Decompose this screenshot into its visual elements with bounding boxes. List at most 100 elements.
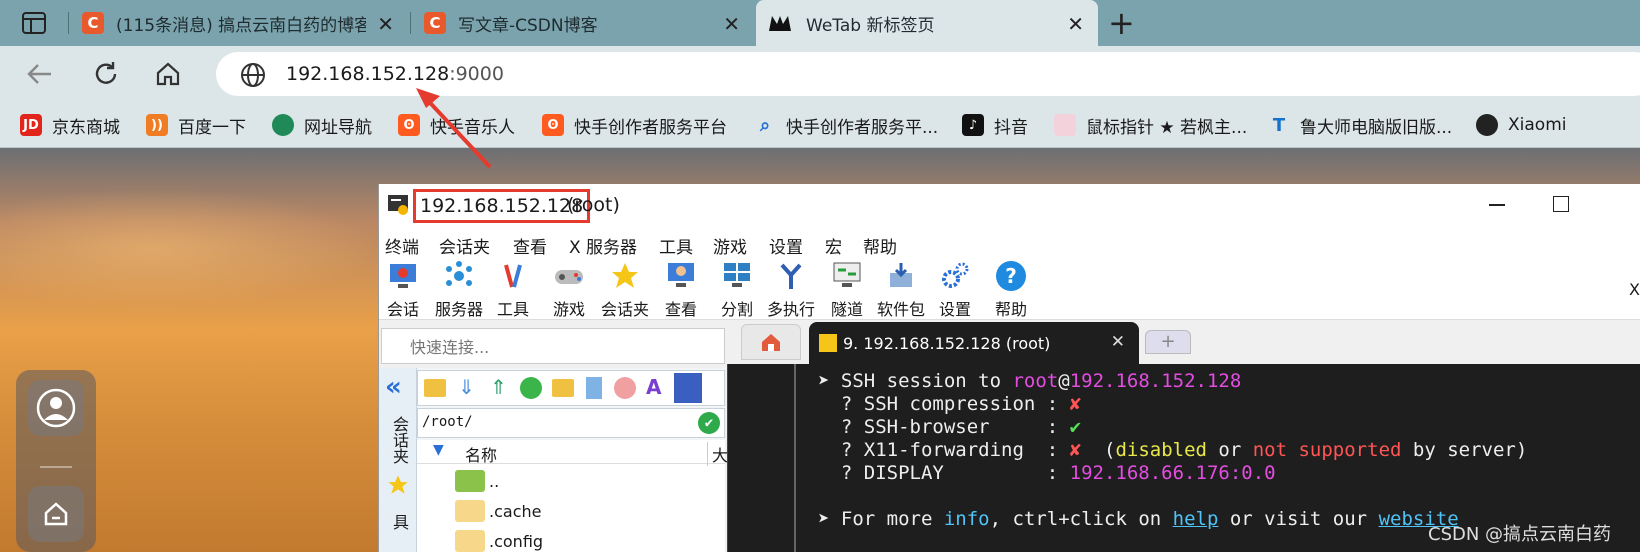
tab-csdn-write[interactable]: C 写文章-CSDN博客 ✕: [412, 0, 754, 46]
toolbar-servers-button[interactable]: 服务器: [433, 260, 485, 320]
x-server-label[interactable]: X: [1629, 280, 1640, 299]
menu-terminal[interactable]: 终端: [385, 233, 419, 258]
bookmark-baidu[interactable]: )) 百度一下: [146, 112, 246, 138]
toolbar-session-button[interactable]: 会话: [377, 260, 429, 320]
bookmark-kuaishou-creator[interactable]: ʘ 快手创作者服务平台: [542, 112, 727, 138]
bookmark-ludashi[interactable]: T 鲁大师电脑版旧版...: [1268, 112, 1452, 138]
view-icon: [664, 260, 698, 292]
sort-icon[interactable]: ▼: [433, 442, 444, 458]
new-file-icon[interactable]: [586, 377, 602, 399]
tab-wetab[interactable]: WeTab 新标签页 ✕: [756, 0, 1098, 46]
parent-folder-icon[interactable]: [424, 379, 446, 397]
watermark: CSDN @搞点云南白药: [1428, 524, 1612, 545]
close-tab-icon[interactable]: ✕: [1111, 332, 1125, 352]
mobaxterm-window: 192.168.152.128 (root) 终端 会话夹 查看 X 服务器 工…: [378, 184, 1640, 552]
gamepad-icon: [552, 260, 586, 292]
toolbar-multiexec-button[interactable]: 多执行: [765, 260, 817, 320]
url-input[interactable]: 192.168.152.128:9000: [216, 52, 1640, 96]
delete-icon[interactable]: [614, 377, 636, 399]
menu-xserver[interactable]: X 服务器: [569, 233, 637, 258]
home-tab[interactable]: [741, 324, 801, 360]
toolbar-tools-button[interactable]: 工具: [487, 260, 539, 320]
nav-icon: [272, 114, 294, 136]
tiktok-icon: ♪: [962, 114, 984, 136]
bookmark-nav[interactable]: 网址导航: [272, 112, 372, 138]
home-icon[interactable]: [28, 486, 84, 542]
toolbar-sessions-button[interactable]: 会话夹: [599, 260, 651, 320]
side-tab-tools[interactable]: 具: [387, 514, 411, 530]
bookmark-douyin[interactable]: ♪ 抖音: [962, 112, 1028, 138]
path-input[interactable]: /root/ ✔: [417, 408, 725, 438]
column-name[interactable]: 名称: [465, 442, 497, 466]
properties-icon[interactable]: [674, 373, 702, 403]
toolbar-tunnel-button[interactable]: 隧道: [821, 260, 873, 320]
toolbar-help-button[interactable]: ? 帮助: [985, 260, 1037, 320]
new-tab-button[interactable]: +: [1108, 4, 1135, 42]
collapse-icon[interactable]: «: [385, 372, 402, 402]
menu-view[interactable]: 查看: [513, 233, 547, 258]
close-tab-icon[interactable]: ✕: [723, 12, 740, 36]
new-folder-icon[interactable]: [552, 379, 574, 397]
menu-games[interactable]: 游戏: [713, 233, 747, 258]
file-list-header: ▼ 名称 大: [417, 440, 728, 466]
terminal-line: ➤ SSH session to root@192.168.152.128: [818, 370, 1242, 392]
menu-sessions[interactable]: 会话夹: [439, 233, 490, 258]
new-session-tab[interactable]: +: [1145, 330, 1191, 354]
bookmarks-bar: JD 京东商城 )) 百度一下 网址导航 ʘ 快手音乐人 ʘ 快手创作者服务平台 ⌕ 快手…: [0, 102, 1640, 148]
toolbar-label: 帮助: [994, 300, 1027, 319]
url-host: 192.168.152.128: [286, 63, 450, 85]
upload-icon[interactable]: ⇑: [490, 375, 507, 399]
file-name: .cache: [489, 501, 542, 521]
ssh-session-tab[interactable]: 9. 192.168.152.128 (root) ✕: [809, 322, 1139, 364]
help-link[interactable]: help: [1173, 508, 1219, 530]
file-toolbar: ⇓ ⇑ A: [417, 370, 725, 406]
sidebar-toggle-icon[interactable]: [22, 12, 46, 34]
star-icon: [608, 260, 642, 292]
refresh-icon[interactable]: [520, 377, 542, 399]
toolbar-label: 会话夹: [600, 300, 649, 319]
toolbar-label: 分割: [720, 300, 753, 319]
toolbar-label: 会话: [386, 300, 419, 319]
bookmark-cursor[interactable]: 鼠标指针 ★ 若枫主...: [1054, 112, 1247, 138]
side-tab-sessions[interactable]: 会话夹: [387, 416, 411, 464]
maximize-button[interactable]: [1553, 196, 1569, 212]
bookmark-kuaishou-music[interactable]: ʘ 快手音乐人: [398, 112, 515, 138]
menu-help[interactable]: 帮助: [863, 233, 897, 258]
bookmark-jd[interactable]: JD 京东商城: [20, 112, 120, 138]
download-icon[interactable]: ⇓: [458, 375, 475, 399]
menu-settings[interactable]: 设置: [769, 233, 803, 258]
close-tab-icon[interactable]: ✕: [1067, 12, 1084, 36]
close-tab-icon[interactable]: ✕: [377, 12, 394, 36]
toolbar-packages-button[interactable]: 软件包: [875, 260, 927, 320]
terminal-line: ? SSH compression : ✘: [818, 393, 1082, 415]
home-icon[interactable]: [152, 58, 184, 90]
toolbar-label: 设置: [938, 300, 971, 319]
bookmark-label: 快手音乐人: [430, 117, 515, 138]
menu-macro[interactable]: 宏: [825, 233, 842, 258]
side-tabs: « 会话夹 具: [379, 368, 417, 552]
toolbar-view-button[interactable]: 查看: [655, 260, 707, 320]
rename-icon[interactable]: A: [646, 375, 661, 399]
quick-connect-input[interactable]: 快速连接...: [381, 328, 725, 364]
svg-text:?: ?: [1005, 264, 1017, 288]
toolbar-games-button[interactable]: 游戏: [543, 260, 595, 320]
list-item[interactable]: ..: [455, 468, 499, 494]
side-dock: [16, 370, 96, 552]
list-item[interactable]: .cache: [455, 498, 541, 524]
back-icon[interactable]: [24, 58, 56, 90]
list-item[interactable]: .config: [455, 528, 543, 552]
bookmark-xiaomi[interactable]: Xiaomi: [1476, 112, 1566, 138]
avatar[interactable]: [28, 380, 84, 436]
minimize-button[interactable]: [1489, 204, 1505, 206]
follow-path-icon[interactable]: ✔: [698, 412, 720, 434]
toolbar-split-button[interactable]: 分割: [711, 260, 763, 320]
reload-icon[interactable]: [90, 58, 122, 90]
tab-csdn-blog[interactable]: C (115条消息) 搞点云南白药的博客 ✕: [70, 0, 408, 46]
bookmark-label: 鲁大师电脑版旧版...: [1300, 117, 1453, 138]
menu-tools[interactable]: 工具: [659, 233, 693, 258]
bookmark-label: 鼠标指针 ★ 若枫主...: [1086, 117, 1248, 138]
column-size[interactable]: 大: [707, 442, 728, 466]
bookmark-label: 快手创作者服务平...: [786, 117, 939, 138]
bookmark-kuaishou-search[interactable]: ⌕ 快手创作者服务平...: [754, 112, 938, 138]
toolbar-settings-button[interactable]: 设置: [929, 260, 981, 320]
